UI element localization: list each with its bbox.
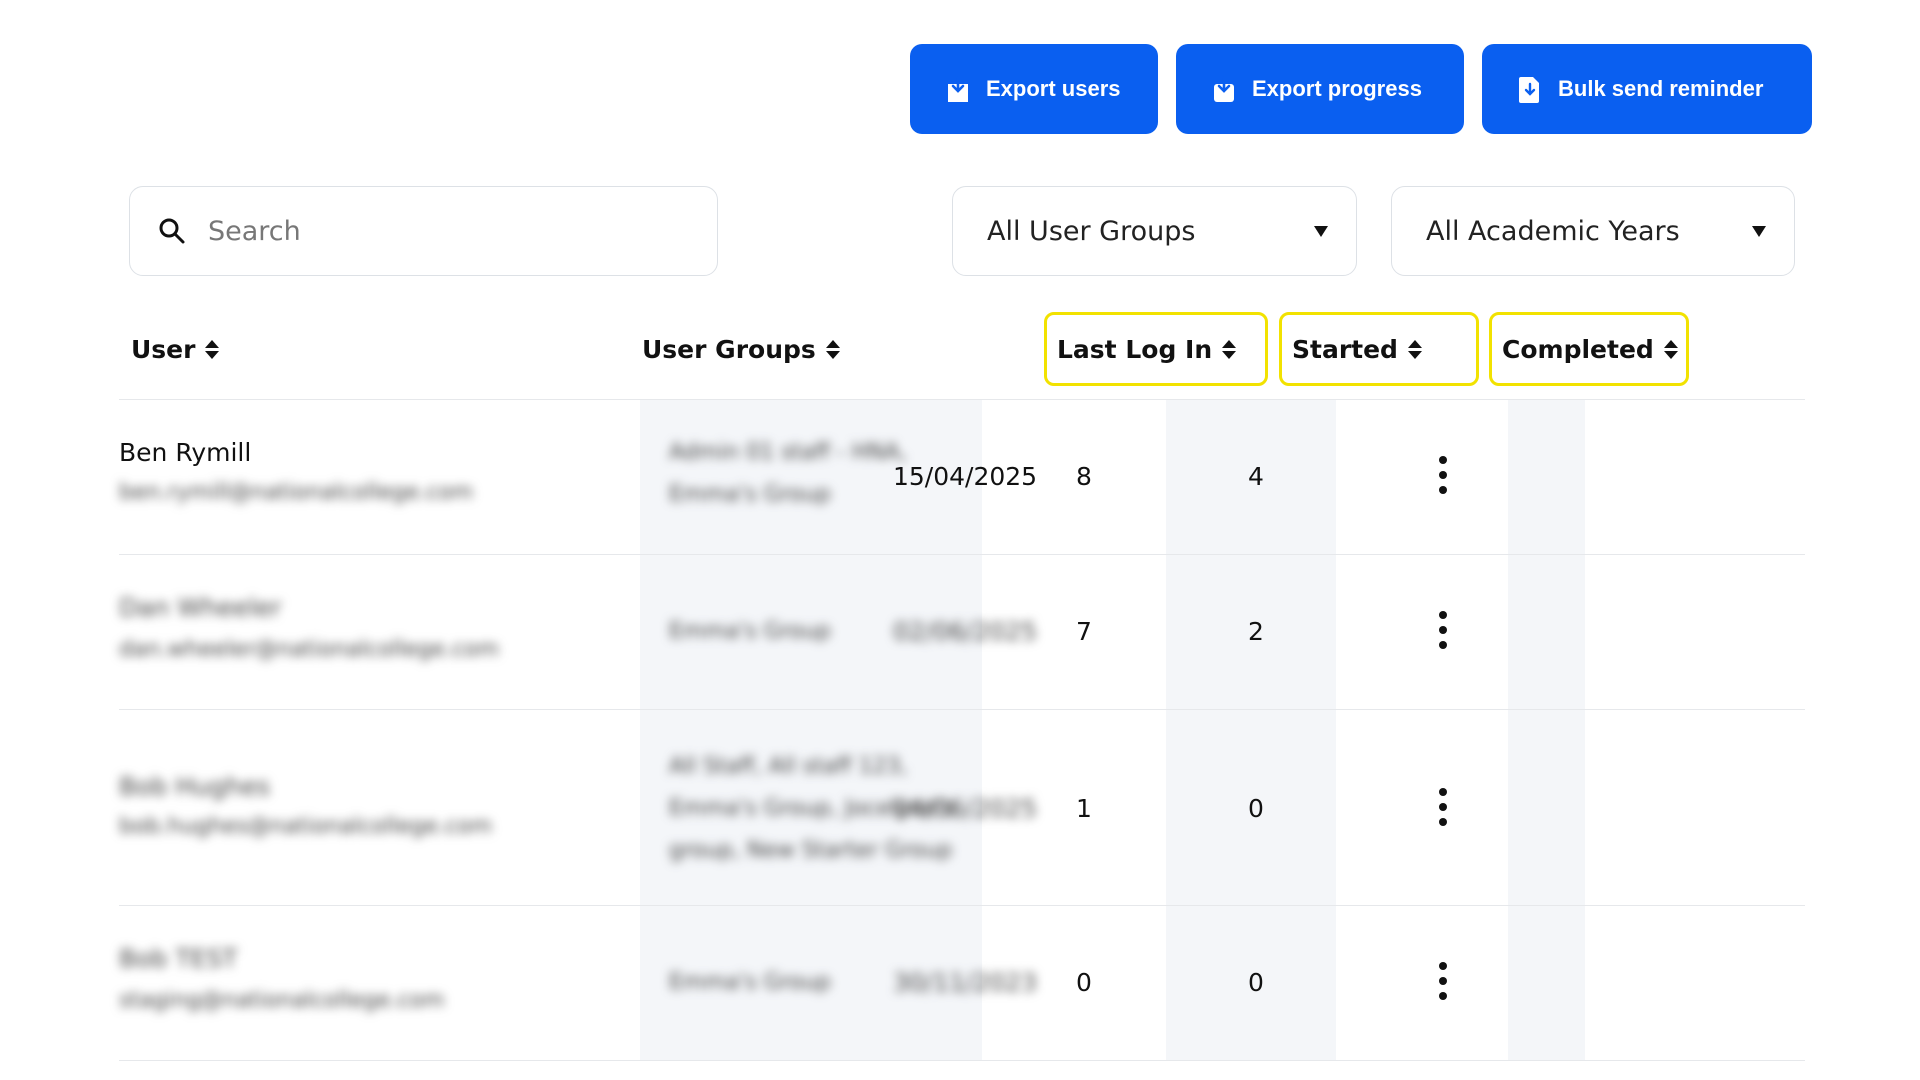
user-groups-select-value: All User Groups <box>987 215 1196 247</box>
started-count: 0 <box>1076 968 1092 997</box>
user-email: ben.rymill@nationalcollege.com <box>119 480 474 505</box>
export-users-label: Export users <box>986 76 1121 101</box>
column-header-user[interactable]: User <box>131 312 220 386</box>
user-name: Ben Rymill <box>119 438 252 467</box>
table-row[interactable]: Dan Wheeler dan.wheeler@nationalcollege.… <box>119 555 1805 710</box>
more-options-icon[interactable] <box>1431 962 1455 1000</box>
bulk-send-reminder-label: Bulk send reminder <box>1558 76 1764 101</box>
column-header-label: Completed <box>1502 334 1654 364</box>
table-row[interactable]: Bob TEST staging@nationalcollege.com Emm… <box>119 906 1805 1061</box>
last-login-cell: 30/11/2023 <box>893 968 1038 997</box>
started-count: 8 <box>1076 462 1092 491</box>
column-header-label: Started <box>1292 334 1398 364</box>
search-icon <box>159 218 185 244</box>
column-header-started[interactable]: Started <box>1279 312 1479 386</box>
download-icon <box>1214 76 1234 102</box>
table-row[interactable]: Ben Rymill ben.rymill@nationalcollege.co… <box>119 400 1805 555</box>
column-header-label: User Groups <box>642 334 816 364</box>
bulk-send-reminder-button[interactable]: Bulk send reminder <box>1482 44 1812 134</box>
user-email: staging@nationalcollege.com <box>119 988 445 1013</box>
column-header-completed[interactable]: Completed <box>1489 312 1689 386</box>
last-login-cell: 02/06/2025 <box>893 617 1038 646</box>
table-header: User User Groups Last Log In Started Com… <box>119 300 1805 400</box>
column-header-label: User <box>131 334 196 364</box>
column-header-last-login[interactable]: Last Log In <box>1044 312 1268 386</box>
action-bar: Export users Export progress Bulk send r… <box>910 44 1812 134</box>
user-name: Bob Hughes <box>119 772 271 801</box>
user-name: Bob TEST <box>119 944 238 973</box>
caret-down-icon <box>1314 225 1328 237</box>
started-count: 7 <box>1076 617 1092 646</box>
more-options-icon[interactable] <box>1431 788 1455 826</box>
sort-icon <box>1407 339 1422 359</box>
export-users-button[interactable]: Export users <box>910 44 1158 134</box>
column-header-label: Last Log In <box>1057 334 1213 364</box>
completed-count: 4 <box>1248 462 1264 491</box>
more-options-icon[interactable] <box>1431 611 1455 649</box>
user-email: dan.wheeler@nationalcollege.com <box>119 637 500 662</box>
academic-years-select-value: All Academic Years <box>1426 215 1680 247</box>
search-input[interactable] <box>208 215 668 247</box>
export-progress-button[interactable]: Export progress <box>1176 44 1464 134</box>
completed-count: 0 <box>1248 794 1264 823</box>
more-options-icon[interactable] <box>1431 456 1455 494</box>
started-count: 1 <box>1076 794 1092 823</box>
download-icon <box>948 76 968 102</box>
document-reminder-icon <box>1519 77 1539 103</box>
search-box[interactable] <box>129 186 718 276</box>
user-email: bob.hughes@nationalcollege.com <box>119 814 493 839</box>
last-login-cell: 15/04/2025 <box>893 462 1038 491</box>
sort-icon <box>825 339 840 359</box>
user-name: Dan Wheeler <box>119 593 282 622</box>
table-row[interactable]: Bob Hughes bob.hughes@nationalcollege.co… <box>119 710 1805 906</box>
completed-count: 0 <box>1248 968 1264 997</box>
user-groups-select[interactable]: All User Groups <box>952 186 1357 276</box>
completed-count: 2 <box>1248 617 1264 646</box>
sort-icon <box>1222 339 1237 359</box>
column-header-user-groups[interactable]: User Groups <box>642 312 840 386</box>
last-login-cell: 04/06/2025 <box>893 794 1038 823</box>
sort-icon <box>205 339 220 359</box>
academic-years-select[interactable]: All Academic Years <box>1391 186 1795 276</box>
caret-down-icon <box>1752 225 1766 237</box>
users-table: User User Groups Last Log In Started Com… <box>119 300 1805 1061</box>
sort-icon <box>1663 339 1678 359</box>
export-progress-label: Export progress <box>1252 76 1422 101</box>
